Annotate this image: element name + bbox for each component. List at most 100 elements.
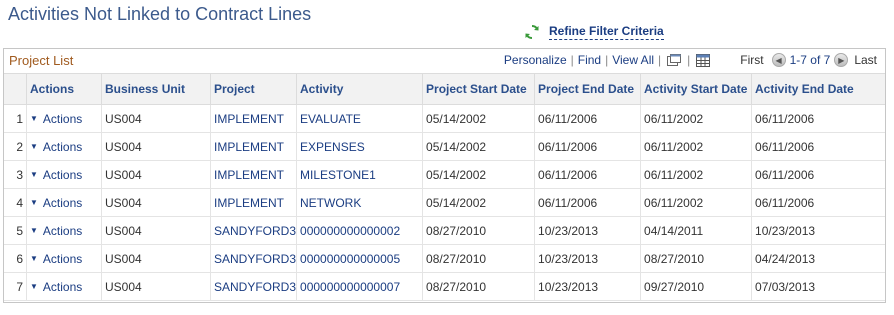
table-row: 7 ▼ Actions US004 SANDYFORD3 000000000000…: [4, 272, 885, 301]
grid-header: Project List Personalize | Find | View A…: [4, 49, 885, 73]
activity-cell[interactable]: 000000000000007: [296, 272, 423, 301]
row-number-header: [4, 73, 27, 105]
actions-cell[interactable]: ▼ Actions: [26, 244, 102, 273]
column-header-activity[interactable]: Activity: [296, 73, 423, 105]
nav-separator: |: [658, 53, 662, 67]
business-unit-cell: US004: [101, 188, 211, 217]
caret-down-icon[interactable]: ▼: [30, 282, 38, 291]
actions-cell[interactable]: ▼ Actions: [26, 216, 102, 245]
personalize-link[interactable]: Personalize: [504, 53, 567, 67]
download-grid-icon[interactable]: [696, 53, 711, 67]
next-arrow-icon[interactable]: ▶: [834, 53, 849, 67]
caret-down-icon[interactable]: ▼: [30, 198, 38, 207]
activity-link[interactable]: EVALUATE: [300, 112, 361, 126]
row-range: 1-7 of 7: [789, 53, 831, 67]
actions-cell[interactable]: ▼ Actions: [26, 104, 102, 133]
table-row: 6 ▼ Actions US004 SANDYFORD3 000000000000…: [4, 244, 885, 273]
project-link[interactable]: SANDYFORD3: [214, 280, 296, 294]
business-unit-cell: US004: [101, 160, 211, 189]
activity-start-date-cell: 06/11/2002: [640, 160, 752, 189]
actions-link[interactable]: Actions: [43, 224, 82, 238]
project-cell[interactable]: IMPLEMENT: [209, 160, 297, 189]
actions-link[interactable]: Actions: [43, 112, 82, 126]
project-cell[interactable]: SANDYFORD3: [209, 216, 297, 245]
activity-start-date-cell: 04/14/2011: [640, 216, 752, 245]
activity-cell[interactable]: NETWORK: [296, 188, 423, 217]
row-number: 2: [4, 132, 27, 161]
actions-link[interactable]: Actions: [43, 140, 82, 154]
actions-link[interactable]: Actions: [43, 168, 82, 182]
row-number: 7: [4, 272, 27, 301]
column-header-activity-end-date[interactable]: Activity End Date: [751, 73, 885, 105]
column-header-project[interactable]: Project: [209, 73, 297, 105]
activity-cell[interactable]: 000000000000002: [296, 216, 423, 245]
column-header-business-unit[interactable]: Business Unit: [101, 73, 211, 105]
column-header-project-end-date[interactable]: Project End Date: [534, 73, 641, 105]
activity-cell[interactable]: EVALUATE: [296, 104, 423, 133]
project-link[interactable]: IMPLEMENT: [214, 168, 284, 182]
project-link[interactable]: IMPLEMENT: [214, 196, 284, 210]
row-number: 4: [4, 188, 27, 217]
caret-down-icon[interactable]: ▼: [30, 226, 38, 235]
caret-down-icon[interactable]: ▼: [30, 114, 38, 123]
activity-link[interactable]: 000000000000005: [300, 252, 400, 266]
refine-filter: Refine Filter Criteria: [524, 24, 664, 40]
actions-link[interactable]: Actions: [43, 280, 82, 294]
activity-link[interactable]: MILESTONE1: [300, 168, 376, 182]
activity-end-date-cell: 10/23/2013: [751, 216, 885, 245]
column-header-actions[interactable]: Actions: [26, 73, 102, 105]
zoom-window-icon[interactable]: [667, 53, 682, 67]
caret-down-icon[interactable]: ▼: [30, 254, 38, 263]
project-cell[interactable]: IMPLEMENT: [209, 188, 297, 217]
project-link[interactable]: IMPLEMENT: [214, 112, 284, 126]
activity-start-date-cell: 08/27/2010: [640, 244, 752, 273]
find-link[interactable]: Find: [578, 53, 601, 67]
refresh-icon[interactable]: [524, 24, 540, 40]
activity-start-date-cell: 09/27/2010: [640, 272, 752, 301]
project-start-date-cell: 08/27/2010: [422, 244, 535, 273]
activity-link[interactable]: 000000000000002: [300, 224, 400, 238]
activity-end-date-cell: 04/24/2013: [751, 244, 885, 273]
project-link[interactable]: SANDYFORD3: [214, 224, 296, 238]
activity-cell[interactable]: MILESTONE1: [296, 160, 423, 189]
project-cell[interactable]: SANDYFORD3: [209, 244, 297, 273]
project-start-date-cell: 05/14/2002: [422, 188, 535, 217]
actions-cell[interactable]: ▼ Actions: [26, 188, 102, 217]
page-title: Activities Not Linked to Contract Lines: [8, 4, 312, 24]
activity-cell[interactable]: EXPENSES: [296, 132, 423, 161]
previous-arrow-icon[interactable]: ◀: [771, 53, 786, 67]
project-start-date-cell: 05/14/2002: [422, 160, 535, 189]
view-all-link[interactable]: View All: [612, 53, 654, 67]
caret-down-icon[interactable]: ▼: [30, 142, 38, 151]
actions-link[interactable]: Actions: [43, 252, 82, 266]
project-start-date-cell: 05/14/2002: [422, 104, 535, 133]
activity-start-date-cell: 06/11/2002: [640, 104, 752, 133]
actions-link[interactable]: Actions: [43, 196, 82, 210]
project-end-date-cell: 06/11/2006: [534, 188, 641, 217]
actions-cell[interactable]: ▼ Actions: [26, 132, 102, 161]
refine-filter-link[interactable]: Refine Filter Criteria: [549, 24, 664, 40]
project-link[interactable]: IMPLEMENT: [214, 140, 284, 154]
project-cell[interactable]: IMPLEMENT: [209, 104, 297, 133]
project-cell[interactable]: IMPLEMENT: [209, 132, 297, 161]
column-header-activity-start-date[interactable]: Activity Start Date: [640, 73, 752, 105]
nav-separator: |: [605, 53, 609, 67]
business-unit-cell: US004: [101, 216, 211, 245]
nav-separator: |: [570, 53, 574, 67]
last-label: Last: [854, 53, 877, 67]
activity-link[interactable]: EXPENSES: [300, 140, 365, 154]
activity-cell[interactable]: 000000000000005: [296, 244, 423, 273]
column-header-project-start-date[interactable]: Project Start Date: [422, 73, 535, 105]
project-link[interactable]: SANDYFORD3: [214, 252, 296, 266]
activity-start-date-cell: 06/11/2002: [640, 188, 752, 217]
table-row: 1 ▼ Actions US004 IMPLEMENT EVALUATE 05/1…: [4, 104, 885, 133]
caret-down-icon[interactable]: ▼: [30, 170, 38, 179]
activity-end-date-cell: 06/11/2006: [751, 104, 885, 133]
activity-link[interactable]: 000000000000007: [300, 280, 400, 294]
project-cell[interactable]: SANDYFORD3: [209, 272, 297, 301]
table-row: 3 ▼ Actions US004 IMPLEMENT MILESTONE1 05…: [4, 160, 885, 189]
project-end-date-cell: 10/23/2013: [534, 244, 641, 273]
actions-cell[interactable]: ▼ Actions: [26, 160, 102, 189]
actions-cell[interactable]: ▼ Actions: [26, 272, 102, 301]
activity-link[interactable]: NETWORK: [300, 196, 361, 210]
